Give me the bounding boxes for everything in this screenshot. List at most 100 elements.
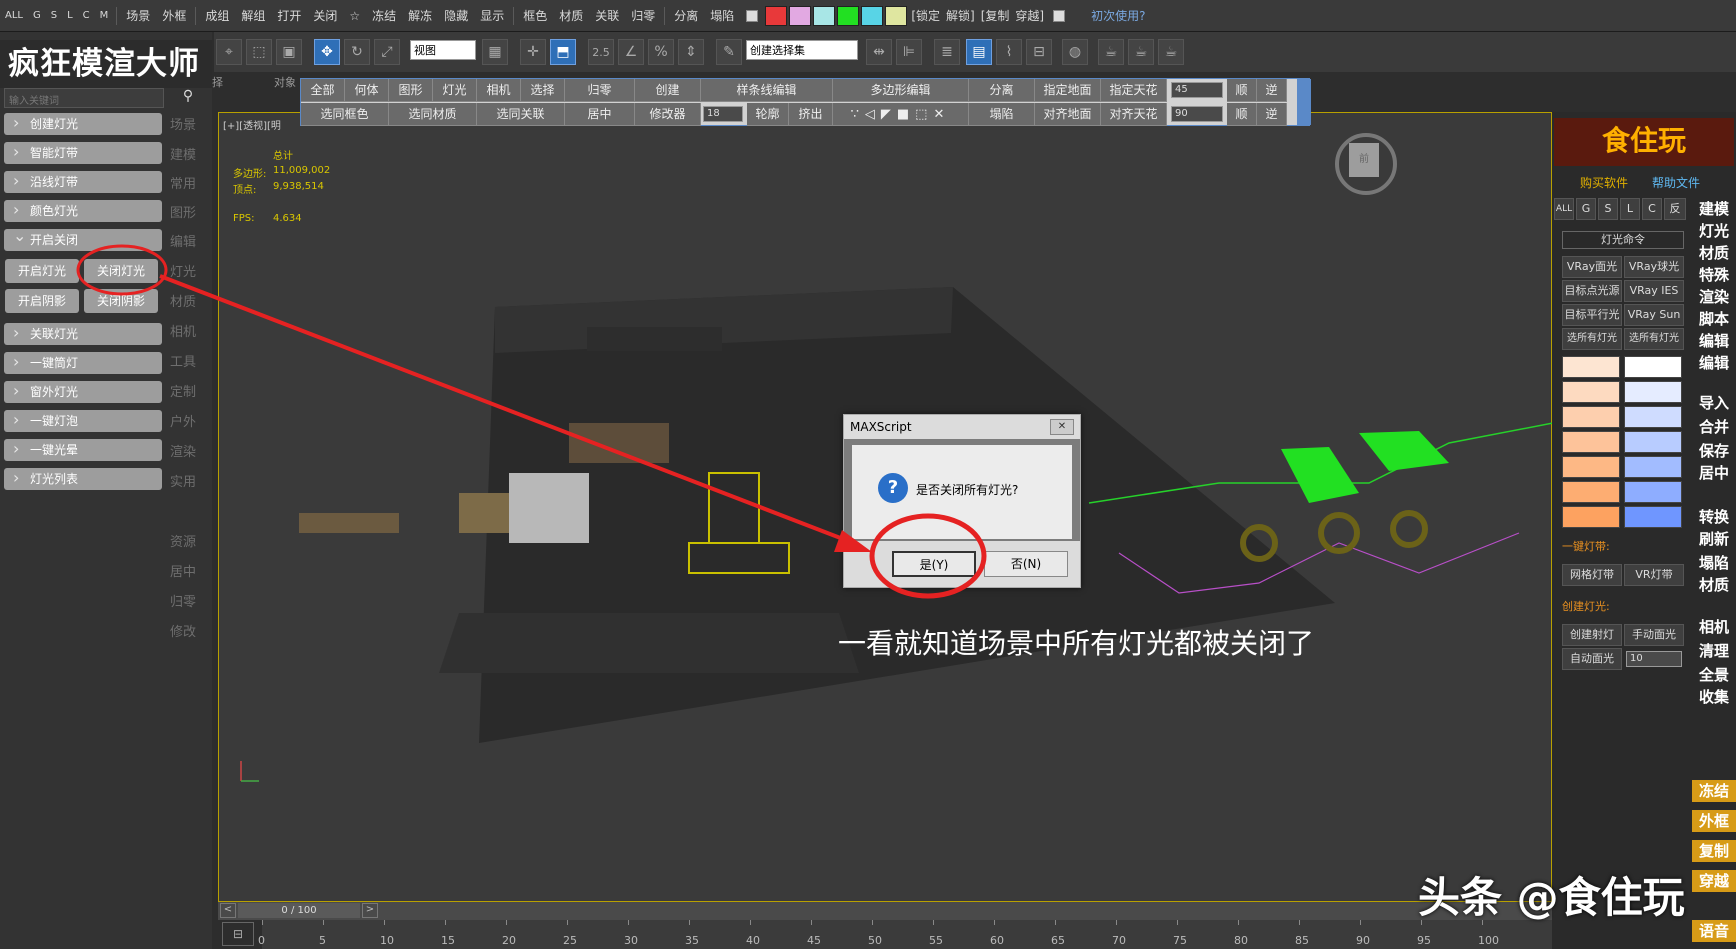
right-cmd-12[interactable]: 转换 [1692, 506, 1736, 528]
pop-modifier[interactable]: 修改器 [635, 103, 701, 126]
named-selection-set[interactable]: 创建选择集 [746, 40, 858, 60]
swatch-cool[interactable] [1624, 506, 1682, 528]
shadows-off-button[interactable]: 关闭阴影 [84, 289, 158, 313]
pop-reset[interactable]: 归零 [565, 79, 635, 102]
menu-star[interactable]: ☆ [343, 9, 366, 23]
rect-select-icon[interactable]: ⬚ [246, 39, 272, 65]
percent-snap-icon[interactable]: % [648, 39, 674, 65]
menu-window-light[interactable]: 窗外灯光 [4, 380, 162, 403]
swatch-warm[interactable] [1562, 481, 1620, 503]
gold-cmd-1[interactable]: 外框 [1692, 810, 1736, 832]
render-frame-icon[interactable]: ☕ [1128, 39, 1154, 65]
curve-editor-icon[interactable]: ⌇ [996, 39, 1022, 65]
angle-snap-icon[interactable]: ∠ [618, 39, 644, 65]
menu-link-light[interactable]: 关联灯光 [4, 322, 162, 345]
right-cmd-16[interactable]: 相机 [1692, 616, 1736, 638]
swatch-warm[interactable] [1562, 431, 1620, 453]
lights-off-button[interactable]: 关闭灯光 [84, 259, 158, 283]
menu-color-light[interactable]: 颜色灯光 [4, 199, 162, 222]
time-slider[interactable]: < 0 / 100 > [218, 902, 1552, 920]
layer-icon[interactable]: ≣ [934, 39, 960, 65]
vray-plane-light[interactable]: VRay面光 [1562, 256, 1622, 278]
edit-named-sel-icon[interactable]: ✎ [716, 39, 742, 65]
pop-camera[interactable]: 相机 [477, 79, 521, 102]
tab-scene[interactable]: 场景 [170, 114, 196, 133]
filter-g[interactable]: G [28, 10, 46, 21]
menu-freeze[interactable]: 冻结 [366, 7, 402, 24]
select-all-lights-2[interactable]: 选所有灯光 [1624, 328, 1684, 350]
poly-tools-icons[interactable]: ∵◁◤■⬚✕ [833, 103, 969, 126]
filter-all[interactable]: ALL [0, 10, 28, 21]
prev-frame-button[interactable]: < [220, 903, 236, 918]
tab-center[interactable]: 居中 [170, 561, 196, 580]
swatch-warm[interactable] [1562, 506, 1620, 528]
timeline-ruler[interactable]: 0 5 10 15 20 25 30 35 40 45 50 55 60 65 70 75 80 85 90 95 10… [258, 920, 1552, 949]
gold-cmd-4[interactable]: 语音 [1692, 920, 1736, 942]
tab-modeling[interactable]: 建模 [170, 144, 196, 163]
filter-l[interactable]: L [62, 10, 78, 21]
pop-ccw-1[interactable]: 逆 [1257, 79, 1287, 102]
tab-outdoor[interactable]: 户外 [170, 411, 196, 430]
vray-ies[interactable]: VRay IES [1624, 280, 1684, 302]
checkbox[interactable] [1053, 9, 1066, 22]
pop-select[interactable]: 选择 [521, 79, 565, 102]
pop-center[interactable]: 居中 [565, 103, 635, 126]
align-icon[interactable]: ⊫ [896, 39, 922, 65]
rfilter-all[interactable]: ALL [1554, 198, 1574, 220]
right-cmd-7[interactable]: 编辑 [1692, 352, 1736, 374]
tab-tools[interactable]: 工具 [170, 351, 196, 370]
menu-unfreeze[interactable]: 解冻 [402, 7, 438, 24]
select-icon[interactable]: ⌖ [216, 39, 242, 65]
swatch-warm[interactable] [1562, 406, 1620, 428]
gold-cmd-3[interactable]: 穿越 [1692, 870, 1736, 892]
menu-frame[interactable]: 外框 [156, 7, 192, 24]
swatch-cool[interactable] [1624, 431, 1682, 453]
pop-same-instance[interactable]: 选同关联 [477, 103, 565, 126]
menu-close[interactable]: 关闭 [307, 7, 343, 24]
swatch-cool[interactable] [1624, 356, 1682, 378]
tab-shape[interactable]: 图形 [170, 202, 196, 221]
color-swatch-red[interactable] [765, 5, 788, 26]
vr-strip-button[interactable]: VR灯带 [1624, 564, 1684, 586]
right-cmd-1[interactable]: 灯光 [1692, 220, 1736, 242]
rotate-icon[interactable]: ↻ [344, 39, 370, 65]
scene-explorer-icon[interactable]: ▤ [966, 39, 992, 65]
manual-area-button[interactable]: 手动面光 [1624, 624, 1684, 646]
target-point-light[interactable]: 目标点光源 [1562, 280, 1622, 302]
right-cmd-2[interactable]: 材质 [1692, 242, 1736, 264]
pop-outline[interactable]: 轮廓 [747, 103, 789, 126]
search-icon[interactable]: ⚲ [168, 88, 208, 108]
right-cmd-8[interactable]: 导入 [1692, 392, 1736, 414]
pop-align-ceiling[interactable]: 对齐天花 [1101, 103, 1167, 126]
angle-spinner-1[interactable]: 45 [1171, 82, 1223, 98]
pop-set-ceiling[interactable]: 指定天花 [1101, 79, 1167, 102]
right-cmd-9[interactable]: 合并 [1692, 416, 1736, 438]
mirror-icon[interactable]: ⇹ [866, 39, 892, 65]
right-cmd-19[interactable]: 收集 [1692, 686, 1736, 708]
right-cmd-14[interactable]: 塌陷 [1692, 552, 1736, 574]
menu-toggle-lights[interactable]: 开启关闭 [4, 225, 162, 251]
pop-align-floor[interactable]: 对齐地面 [1035, 103, 1101, 126]
right-cmd-10[interactable]: 保存 [1692, 440, 1736, 462]
pop-all[interactable]: 全部 [301, 79, 345, 102]
menu-line-strip[interactable]: 沿线灯带 [4, 170, 162, 193]
pop-same-material[interactable]: 选同材质 [389, 103, 477, 126]
outline-spinner[interactable]: 18 [703, 106, 743, 122]
frame-counter[interactable]: 0 / 100 [238, 903, 360, 918]
tab-utility[interactable]: 实用 [170, 471, 196, 490]
tab-render[interactable]: 渲染 [170, 441, 196, 460]
tab-modify[interactable]: 修改 [170, 621, 196, 640]
timeline-config-icon[interactable]: ⊟ [222, 922, 254, 946]
pop-cw-1[interactable]: 顺 [1227, 79, 1257, 102]
menu-link[interactable]: 关联 [589, 7, 625, 24]
color-swatch-cyan[interactable] [813, 5, 836, 26]
swatch-cool[interactable] [1624, 381, 1682, 403]
menu-light-list[interactable]: 灯光列表 [4, 467, 162, 490]
menu-copy[interactable]: [复制 [978, 7, 1013, 24]
tab-light[interactable]: 灯光 [170, 261, 196, 280]
snap-25-icon[interactable]: 2.5 [588, 39, 614, 65]
rfilter-s[interactable]: S [1598, 198, 1618, 220]
rfilter-g[interactable]: G [1576, 198, 1596, 220]
help-link[interactable]: 帮助文件 [1652, 174, 1700, 191]
pop-same-color[interactable]: 选同框色 [301, 103, 389, 126]
